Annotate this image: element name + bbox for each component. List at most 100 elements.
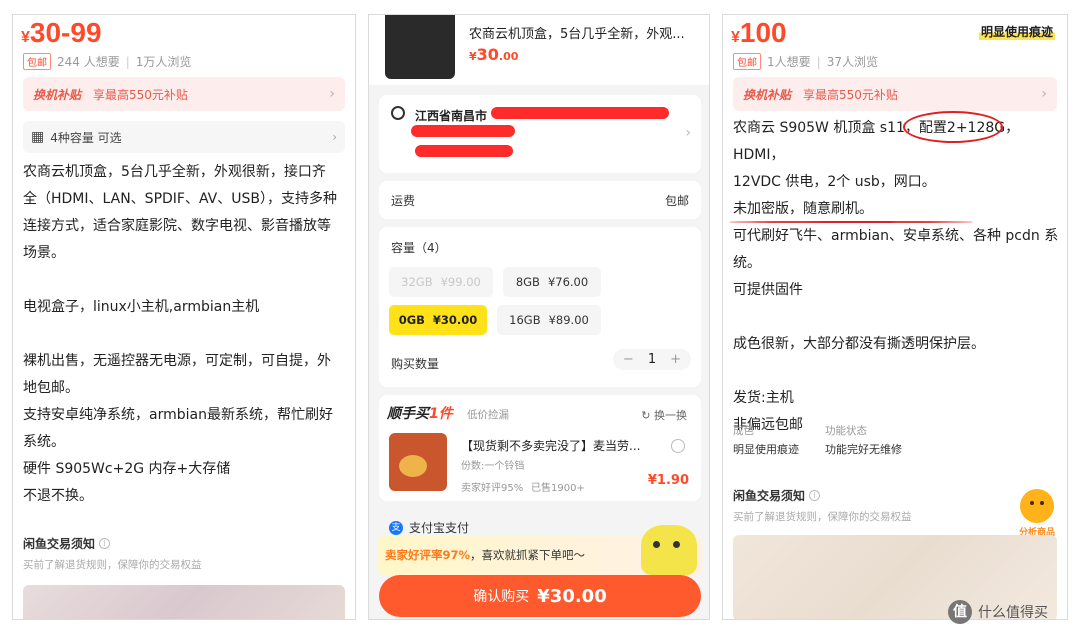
bundle-item-rating: 卖家好评95% bbox=[461, 483, 524, 494]
description-line bbox=[23, 267, 353, 294]
bundle-select-radio[interactable] bbox=[671, 439, 685, 453]
highlight-underline bbox=[729, 221, 973, 223]
condition-value: 明显使用痕迹 bbox=[733, 443, 799, 456]
description-line: 场景。 bbox=[23, 245, 65, 261]
address-redaction bbox=[411, 125, 515, 137]
trade-notice-subtitle: 买前了解退货规则，保障你的交易权益 bbox=[23, 559, 202, 571]
condition-badge: 明显使用痕迹 bbox=[978, 23, 1055, 40]
item-price-value: 30 bbox=[476, 45, 499, 64]
swap-button[interactable]: ↻ 换一换 bbox=[641, 407, 687, 423]
quantity-minus-button[interactable]: − bbox=[623, 352, 634, 367]
item-description: 农商云机顶盒，5台几乎全新，外观很新，接口齐 全（HDMI、LAN、SPDIF、A… bbox=[23, 159, 353, 510]
payment-method[interactable]: 支 支付宝支付 bbox=[389, 519, 469, 536]
refresh-icon: ↻ bbox=[641, 409, 651, 422]
description-line: 成色很新，大部分都没有撕透明保护层。 bbox=[733, 336, 985, 352]
free-shipping-tag: 包邮 bbox=[23, 53, 51, 70]
description-line: 地包邮。 bbox=[23, 380, 79, 396]
description-line: 12VDC 供电，2个 usb，网口。 bbox=[733, 174, 936, 190]
chevron-right-icon: › bbox=[1041, 86, 1047, 102]
price-value: 100 bbox=[739, 17, 787, 48]
capacity-label: 容量（4） bbox=[391, 241, 447, 255]
trade-notice-title[interactable]: 闲鱼交易须知 i bbox=[733, 487, 821, 504]
item-photo[interactable] bbox=[23, 585, 345, 619]
views-count: 37人浏览 bbox=[826, 55, 878, 69]
notice-title-text: 闲鱼交易须知 bbox=[23, 537, 96, 551]
description-line: 支持安卓纯净系统，armbian最新系统，帮忙刷好 bbox=[23, 407, 333, 423]
function-key: 功能状态 bbox=[825, 425, 867, 437]
price-value: 30-99 bbox=[29, 17, 102, 48]
address-text: 江西省南昌市 bbox=[415, 109, 488, 123]
capacity-text: 4种容量 可选 bbox=[50, 130, 122, 145]
subsidy-text: 享最高550元补贴 bbox=[93, 87, 188, 102]
right-listing-panel: ¥100 明显使用痕迹 包邮 1人想要 | 37人浏览 换机补贴 享最高550元… bbox=[722, 14, 1068, 620]
option-price: ¥30.00 bbox=[432, 313, 478, 327]
analyze-item-button[interactable]: 分析商品 bbox=[1013, 489, 1061, 538]
bundle-title: 顺手买1件 bbox=[387, 403, 453, 423]
price: ¥100 bbox=[731, 17, 787, 49]
description-line bbox=[733, 304, 1067, 331]
option-32gb[interactable]: 32GB ¥99.00 bbox=[389, 267, 493, 297]
bundle-item-title[interactable]: 【现货剩不多卖完没了】麦当劳... bbox=[461, 437, 640, 454]
option-price: ¥76.00 bbox=[547, 275, 589, 289]
function-value: 功能完好无维修 bbox=[825, 443, 902, 456]
option-0gb[interactable]: 0GB ¥30.00 bbox=[389, 305, 487, 335]
payment-method-label: 支付宝支付 bbox=[409, 521, 470, 535]
chevron-right-icon: › bbox=[329, 86, 335, 102]
banner-highlight: 卖家好评率97% bbox=[385, 548, 471, 562]
description-line: 未加密版，随意刷机。 bbox=[733, 201, 873, 217]
bundle-item-spec: 份数:一个铃铛 bbox=[461, 461, 525, 472]
left-listing-panel: ¥30-99 包邮 244 人想要 | 1万人浏览 换机补贴 享最高550元补贴… bbox=[12, 14, 356, 620]
shipping-card: 运费 包邮 bbox=[379, 181, 701, 219]
analyze-mascot-icon bbox=[1020, 489, 1054, 523]
description-line: 不退不换。 bbox=[23, 488, 93, 504]
description-line: 系统。 bbox=[23, 434, 65, 450]
bundle-item-price: ¥1.90 bbox=[647, 473, 689, 488]
site-watermark: 值 什么值得买 bbox=[948, 600, 1048, 624]
description-line: 可代刷好飞牛、armbian、安卓系统、各种 pcdn 系 bbox=[733, 228, 1059, 244]
grid-icon: ▦ bbox=[31, 129, 45, 145]
watermark-text: 什么值得买 bbox=[978, 605, 1048, 621]
address-redaction bbox=[415, 145, 513, 157]
description-line bbox=[23, 321, 353, 348]
address-card[interactable]: 江西省南昌市 › bbox=[379, 95, 701, 173]
bundle-item-image[interactable] bbox=[389, 433, 447, 491]
description-line: 连接方式，适合家庭影院、数字电视、影音播放等 bbox=[23, 218, 331, 234]
views-count: 1万人浏览 bbox=[135, 55, 192, 69]
trade-notice-title[interactable]: 闲鱼交易须知 i bbox=[23, 535, 111, 552]
site-logo-icon: 值 bbox=[948, 600, 972, 624]
item-title: 农商云机顶盒，5台几乎全新，外观... bbox=[469, 27, 685, 42]
info-icon: i bbox=[809, 490, 821, 501]
shipping-label: 运费 bbox=[391, 194, 416, 208]
description-line: 可提供固件 bbox=[733, 282, 803, 298]
confirm-price: ¥30.00 bbox=[537, 585, 607, 607]
spec-card: 容量（4） 32GB ¥99.00 8GB ¥76.00 0GB ¥30.00 16G… bbox=[379, 227, 701, 387]
address-redaction bbox=[491, 107, 669, 119]
option-size: 16GB bbox=[509, 313, 541, 327]
bundle-card: 顺手买1件 低价捡漏 ↻ 换一换 【现货剩不多卖完没了】麦当劳... 份数:一个… bbox=[379, 395, 701, 501]
option-16gb[interactable]: 16GB ¥89.00 bbox=[497, 305, 601, 335]
trade-in-subsidy-banner[interactable]: 换机补贴 享最高550元补贴 › bbox=[23, 77, 345, 111]
description-line: 农商云 S905W 机顶盒 s11，配置2+128G，HDMI， bbox=[733, 120, 1020, 163]
quantity-plus-button[interactable]: + bbox=[670, 352, 681, 367]
wants-count: 1人想要 bbox=[767, 55, 811, 69]
confirm-purchase-button[interactable]: 确认购买 ¥30.00 bbox=[379, 575, 701, 617]
price-currency: ¥ bbox=[21, 29, 30, 46]
info-icon: i bbox=[99, 538, 111, 549]
swap-label: 换一换 bbox=[654, 409, 687, 422]
description-line: 硬件 S905Wc+2G 内存+大存储 bbox=[23, 461, 231, 477]
quantity-stepper[interactable]: − 1 + bbox=[612, 349, 691, 370]
trade-notice-subtitle: 买前了解退货规则，保障你的交易权益 bbox=[733, 511, 912, 523]
option-8gb[interactable]: 8GB ¥76.00 bbox=[503, 267, 601, 297]
option-size: 8GB bbox=[515, 275, 540, 289]
description-line: 发货:主机 bbox=[733, 390, 794, 406]
quantity-value[interactable]: 1 bbox=[648, 352, 656, 367]
mascot-icon bbox=[641, 525, 697, 575]
option-size: 0GB bbox=[398, 313, 425, 327]
bundle-item-sold: 已售1900+ bbox=[531, 483, 585, 494]
price: ¥30-99 bbox=[21, 17, 102, 49]
subsidy-label: 换机补贴 bbox=[743, 87, 792, 102]
bundle-title-text: 顺手买 bbox=[387, 406, 429, 422]
capacity-options-row[interactable]: ▦ 4种容量 可选 › bbox=[23, 121, 345, 153]
option-size: 32GB bbox=[401, 275, 433, 289]
trade-in-subsidy-banner[interactable]: 换机补贴 享最高550元补贴 › bbox=[733, 77, 1057, 111]
